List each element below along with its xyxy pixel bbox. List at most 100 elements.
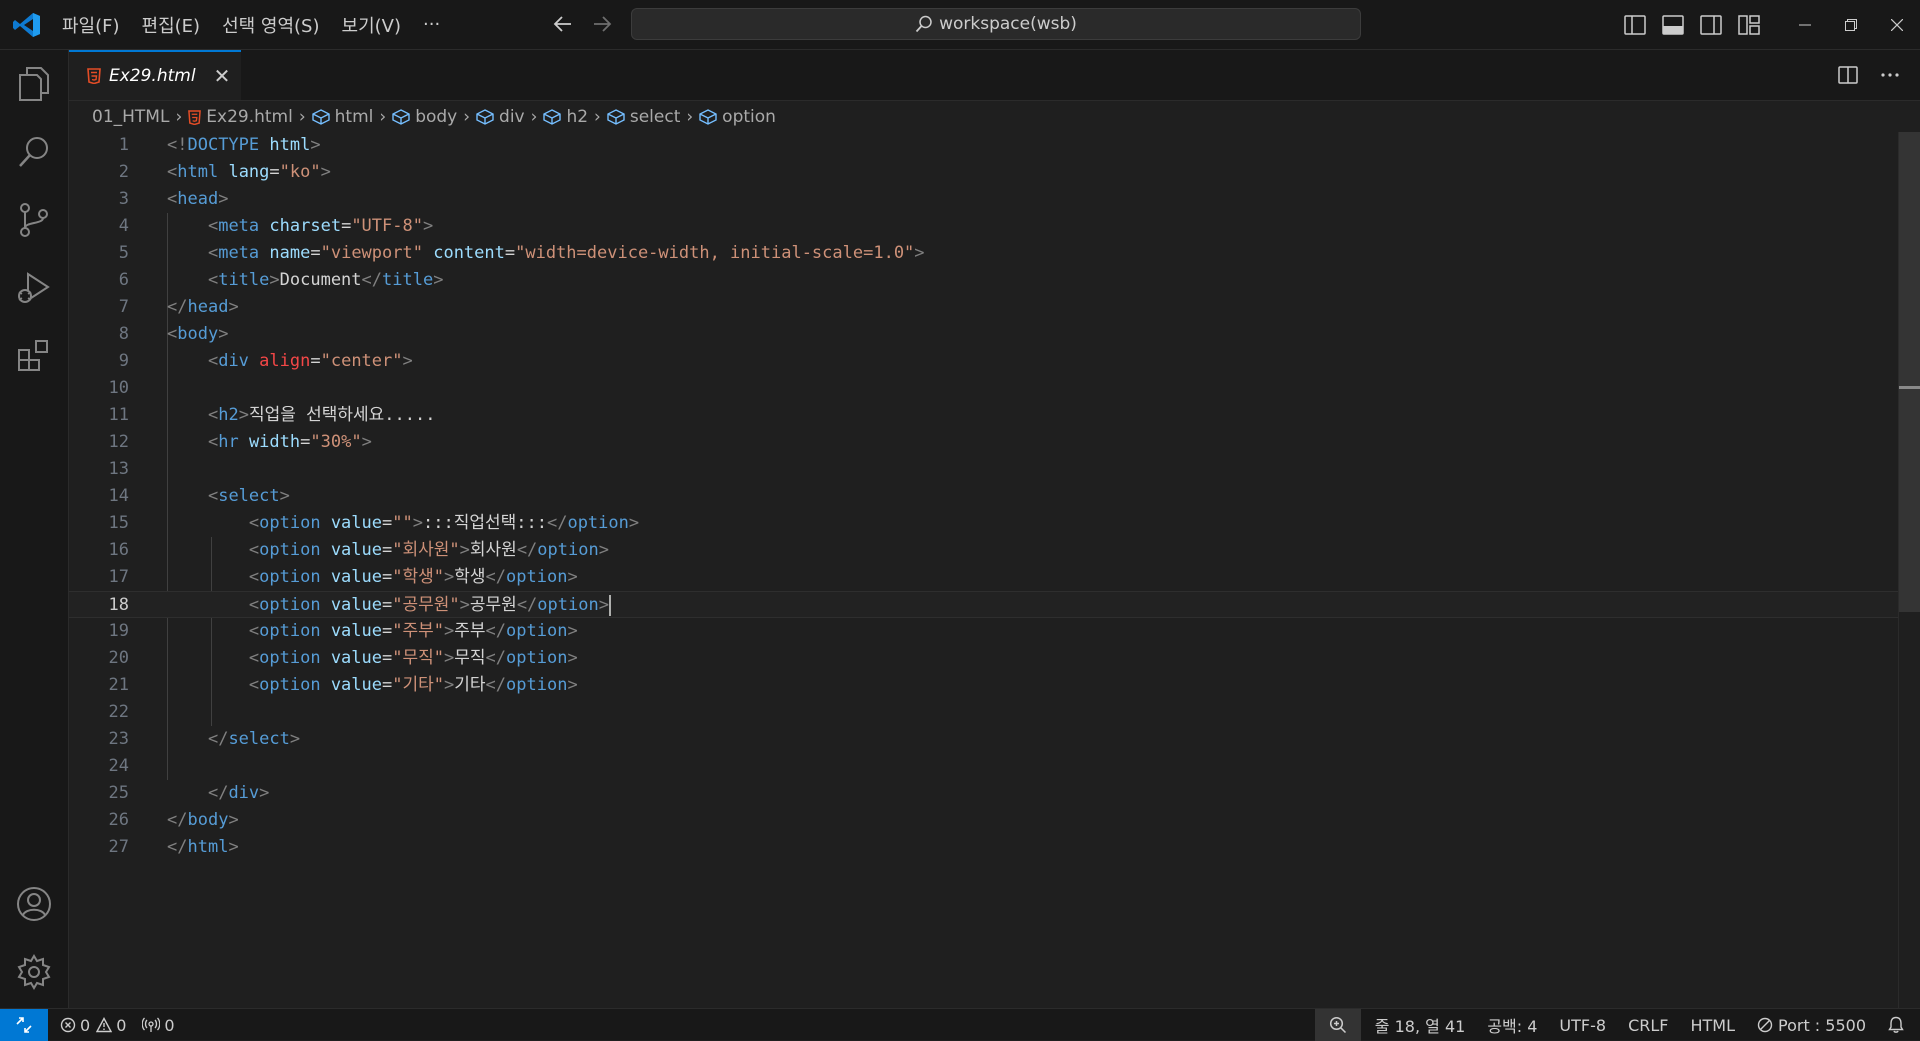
code-line[interactable]: 5 <meta name="viewport" content="width=d… <box>69 240 1899 267</box>
tab-ex29-html[interactable]: Ex29.html ✕ <box>69 50 241 100</box>
extensions-icon[interactable] <box>0 322 68 390</box>
encoding[interactable]: UTF-8 <box>1559 1016 1606 1035</box>
code-line[interactable]: 17 <option value="학생">학생</option> <box>69 564 1899 591</box>
code-line[interactable]: 12 <hr width="30%"> <box>69 429 1899 456</box>
live-server-port[interactable]: Port : 5500 <box>1757 1016 1866 1035</box>
forward-arrow-icon[interactable] <box>592 15 612 33</box>
breadcrumb-file[interactable]: Ex29.html <box>206 107 293 127</box>
close-window-icon[interactable] <box>1874 0 1920 49</box>
menu-more[interactable]: ··· <box>423 14 440 35</box>
breadcrumb-symbol-h2[interactable]: h2 <box>566 107 588 127</box>
code-line[interactable]: 4 <meta charset="UTF-8"> <box>69 213 1899 240</box>
indentation[interactable]: 공백: 4 <box>1487 1013 1537 1037</box>
menu-selection[interactable]: 선택 영역(S) <box>222 12 319 38</box>
code-line[interactable]: 6 <title>Document</title> <box>69 267 1899 294</box>
line-code: <option value="">:::직업선택:::</option> <box>167 510 639 537</box>
ports-indicator[interactable]: 0 <box>142 1016 175 1035</box>
breadcrumb-symbol-select[interactable]: select <box>630 107 681 127</box>
breadcrumb-symbol-option[interactable]: option <box>722 107 776 127</box>
code-line[interactable]: 13 <box>69 456 1899 483</box>
back-arrow-icon[interactable] <box>553 15 573 33</box>
notifications[interactable] <box>1888 1016 1904 1034</box>
chevron-right-icon: › <box>594 107 601 127</box>
breadcrumb-symbol-body[interactable]: body <box>415 107 457 127</box>
code-token: lang <box>228 162 270 182</box>
code-line[interactable]: 25 </div> <box>69 780 1899 807</box>
code-line[interactable]: 11 <h2>직업을 선택하세요..... <box>69 402 1899 429</box>
code-line[interactable]: 19 <option value="주부">주부</option> <box>69 618 1899 645</box>
toggle-primary-sidebar-icon[interactable] <box>1616 0 1654 49</box>
remote-indicator[interactable] <box>0 1009 48 1041</box>
manage-gear-icon[interactable] <box>0 938 68 1006</box>
code-line[interactable]: 24 <box>69 753 1899 780</box>
code-line[interactable]: 23 </select> <box>69 726 1899 753</box>
code-line[interactable]: 20 <option value="무직">무직</option> <box>69 645 1899 672</box>
command-center-search[interactable]: workspace(wsb) <box>631 8 1361 40</box>
code-token: value <box>330 621 382 641</box>
menu-edit[interactable]: 편집(E) <box>142 12 201 38</box>
zoom-indicator[interactable] <box>1314 1009 1361 1041</box>
editor-scrollbar[interactable] <box>1898 132 1920 1008</box>
code-line[interactable]: 21 <option value="기타">기타</option> <box>69 672 1899 699</box>
code-token: = <box>269 162 280 182</box>
code-token: option <box>259 621 321 641</box>
search-view-icon[interactable] <box>0 118 68 186</box>
code-line[interactable]: 10 <box>69 375 1899 402</box>
explorer-icon[interactable] <box>0 50 68 118</box>
cursor-position[interactable]: 줄 18, 열 41 <box>1375 1013 1466 1037</box>
run-and-debug-icon[interactable] <box>0 254 68 322</box>
code-token: > <box>310 135 321 155</box>
code-token: = <box>382 567 393 587</box>
toggle-secondary-sidebar-icon[interactable] <box>1692 0 1730 49</box>
code-token: </ <box>167 837 188 857</box>
end-of-line[interactable]: CRLF <box>1628 1016 1668 1035</box>
language-mode[interactable]: HTML <box>1690 1016 1735 1035</box>
accounts-icon[interactable] <box>0 870 68 938</box>
source-control-icon[interactable] <box>0 186 68 254</box>
breadcrumb-symbol-div[interactable]: div <box>499 107 525 127</box>
code-token: > <box>228 837 239 857</box>
code-token: </ <box>546 513 568 533</box>
code-token: "width=device-width, initial-scale=1.0" <box>515 243 915 263</box>
restore-icon[interactable] <box>1828 0 1874 49</box>
problems-indicator[interactable]: 0 0 <box>60 1016 126 1035</box>
code-line[interactable]: 26 </body> <box>69 807 1899 834</box>
code-line[interactable]: 8 <body> <box>69 321 1899 348</box>
code-line[interactable]: 22 <box>69 699 1899 726</box>
tab-close-icon[interactable]: ✕ <box>214 64 231 88</box>
search-text: workspace(wsb) <box>939 14 1077 34</box>
code-line[interactable]: 16 <option value="회사원">회사원</option> <box>69 537 1899 564</box>
breadcrumb-folder[interactable]: 01_HTML <box>92 107 169 127</box>
customize-layout-icon[interactable] <box>1730 0 1768 49</box>
line-number: 14 <box>108 486 129 506</box>
scrollbar-thumb[interactable] <box>1899 132 1920 612</box>
warning-icon <box>96 1017 113 1033</box>
code-token: width <box>248 432 301 452</box>
minimize-icon[interactable] <box>1782 0 1828 49</box>
line-code: <div align="center"> <box>167 348 413 375</box>
code-editor[interactable]: 1 <!DOCTYPE html> 2 <html lang="ko"> 3 <head>… <box>69 132 1899 1008</box>
code-line[interactable]: 1 <!DOCTYPE html> <box>69 132 1899 159</box>
code-line[interactable]: 18 <option value="공무원">공무원</option> <box>69 591 1899 618</box>
code-line[interactable]: 9 <div align="center"> <box>69 348 1899 375</box>
menu-file[interactable]: 파일(F) <box>62 12 120 38</box>
code-token: = <box>382 540 393 560</box>
more-actions-icon[interactable] <box>1880 72 1900 78</box>
menu-view[interactable]: 보기(V) <box>342 12 401 38</box>
code-line[interactable]: 2 <html lang="ko"> <box>69 159 1899 186</box>
code-line[interactable]: 7 </head> <box>69 294 1899 321</box>
breadcrumb-symbol-html[interactable]: html <box>335 107 374 127</box>
split-editor-icon[interactable] <box>1838 66 1858 84</box>
code-line[interactable]: 27 </html> <box>69 834 1899 861</box>
toggle-panel-icon[interactable] <box>1654 0 1692 49</box>
code-line[interactable]: 3 <head> <box>69 186 1899 213</box>
editor-actions <box>1838 50 1900 100</box>
code-line[interactable]: 15 <option value="">:::직업선택:::</option> <box>69 510 1899 537</box>
code-line[interactable]: 14 <select> <box>69 483 1899 510</box>
